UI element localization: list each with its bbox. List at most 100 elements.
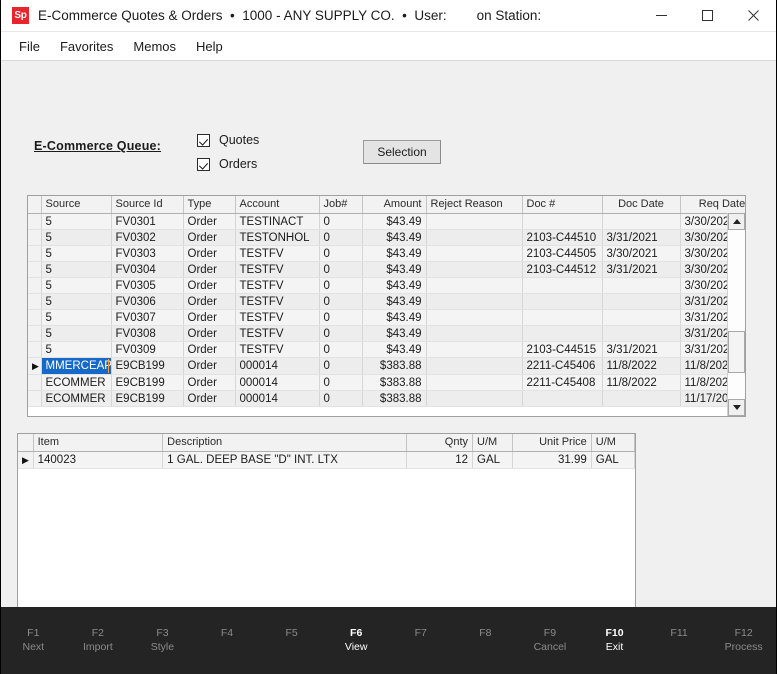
cell-reject-reason[interactable] bbox=[426, 374, 523, 391]
cell-type[interactable]: Order bbox=[183, 277, 236, 294]
cell-u-m[interactable]: GAL bbox=[472, 451, 513, 469]
cell-amount[interactable]: $43.49 bbox=[362, 325, 427, 342]
cell-reject-reason[interactable] bbox=[426, 213, 523, 230]
cell-reject-reason[interactable] bbox=[426, 341, 523, 358]
cell-amount[interactable]: $43.49 bbox=[362, 341, 427, 358]
cell-account[interactable]: 000014 bbox=[235, 374, 320, 391]
checkbox-quotes-box[interactable] bbox=[197, 133, 210, 147]
cell-type[interactable]: Order bbox=[183, 341, 236, 358]
cell-source[interactable]: 5 bbox=[41, 277, 112, 294]
cell-source-id[interactable]: E9CB199 bbox=[111, 357, 184, 375]
cell-source-id[interactable]: FV0305 bbox=[111, 277, 184, 294]
cell-source[interactable]: 5 bbox=[41, 245, 112, 262]
col-type[interactable]: Type bbox=[183, 196, 236, 214]
cell-source-id[interactable]: E9CB199 bbox=[111, 374, 184, 391]
table-row[interactable]: ECOMMER E9CB199 Order 000014 0 $383.88 2211-C4… bbox=[28, 374, 745, 391]
selection-button[interactable]: Selection bbox=[363, 140, 441, 164]
cell-doc[interactable]: 2211-C45406 bbox=[522, 357, 603, 375]
cell-doc-date[interactable] bbox=[602, 325, 681, 342]
col-doc-date[interactable]: Doc Date bbox=[602, 196, 681, 214]
cell-doc-date[interactable]: 11/8/2022 bbox=[602, 357, 681, 375]
col-source[interactable]: Source bbox=[41, 196, 112, 214]
cell-type[interactable]: Order bbox=[183, 309, 236, 326]
cell-source-id[interactable]: FV0303 bbox=[111, 245, 184, 262]
cell-qnty[interactable]: 12 bbox=[406, 451, 474, 469]
cell-doc-date[interactable] bbox=[602, 277, 681, 294]
cell-account[interactable]: TESTINACT bbox=[235, 213, 320, 230]
cell-account[interactable]: TESTFV bbox=[235, 325, 320, 342]
cell-amount[interactable]: $43.49 bbox=[362, 245, 427, 262]
row-marker[interactable] bbox=[28, 277, 42, 294]
table-row[interactable]: 5 FV0304 Order TESTFV 0 $43.49 2103-C44512 3/31… bbox=[28, 261, 745, 278]
cell-doc[interactable]: 2103-C44510 bbox=[522, 229, 603, 246]
table-row[interactable]: 5 FV0308 Order TESTFV 0 $43.49 3/31/2021 bbox=[28, 325, 745, 342]
cell-account[interactable]: 000014 bbox=[235, 390, 320, 407]
col-qnty[interactable]: Qnty bbox=[406, 434, 474, 452]
scroll-down-icon[interactable] bbox=[728, 399, 745, 416]
cell-job[interactable]: 0 bbox=[319, 245, 363, 262]
row-marker[interactable] bbox=[28, 245, 42, 262]
function-key-f9[interactable]: F9 Cancel bbox=[518, 627, 583, 653]
ecommerce-queue-grid[interactable]: Source Source Id Type Account Job# Amoun… bbox=[27, 195, 746, 417]
cell-amount[interactable]: $383.88 bbox=[362, 357, 427, 375]
cell-source-id[interactable]: E9CB199 bbox=[111, 390, 184, 407]
cell-job[interactable]: 0 bbox=[319, 293, 363, 310]
row-marker[interactable] bbox=[28, 213, 42, 230]
cell-doc-date[interactable]: 3/31/2021 bbox=[602, 341, 681, 358]
cell-type[interactable]: Order bbox=[183, 390, 236, 407]
cell-type[interactable]: Order bbox=[183, 357, 236, 375]
cell-reject-reason[interactable] bbox=[426, 245, 523, 262]
row-marker[interactable] bbox=[28, 390, 42, 407]
col-reject-reason[interactable]: Reject Reason bbox=[426, 196, 523, 214]
row-marker[interactable] bbox=[28, 341, 42, 358]
col-unit-price[interactable]: Unit Price bbox=[512, 434, 592, 452]
menu-item-favorites[interactable]: Favorites bbox=[51, 36, 122, 57]
cell-amount[interactable]: $43.49 bbox=[362, 229, 427, 246]
cell-doc[interactable] bbox=[522, 277, 603, 294]
cell-item[interactable]: 140023 bbox=[33, 451, 164, 469]
cell-type[interactable]: Order bbox=[183, 261, 236, 278]
col-description[interactable]: Description bbox=[162, 434, 408, 452]
row-marker[interactable]: ▶ bbox=[28, 357, 42, 375]
row-marker[interactable] bbox=[28, 229, 42, 246]
function-key-f7[interactable]: F7 bbox=[388, 627, 453, 653]
cell-description[interactable]: 1 GAL. DEEP BASE "D" INT. LTX bbox=[162, 451, 408, 469]
table-row[interactable]: 5 FV0307 Order TESTFV 0 $43.49 3/31/2021 bbox=[28, 309, 745, 326]
cell-job[interactable]: 0 bbox=[319, 261, 363, 278]
cell-job[interactable]: 0 bbox=[319, 229, 363, 246]
row-marker[interactable] bbox=[28, 325, 42, 342]
cell-source[interactable]: 5 bbox=[41, 229, 112, 246]
cell-doc-date[interactable]: 3/31/2021 bbox=[602, 261, 681, 278]
function-key-f4[interactable]: F4 bbox=[195, 627, 260, 653]
cell-source[interactable]: 5 bbox=[41, 341, 112, 358]
cell-amount[interactable]: $43.49 bbox=[362, 261, 427, 278]
cell-source[interactable]: 5 bbox=[41, 261, 112, 278]
cell-doc-date[interactable] bbox=[602, 390, 681, 407]
cell-account[interactable]: TESTFV bbox=[235, 309, 320, 326]
row-marker[interactable] bbox=[28, 293, 42, 310]
cell-source-id[interactable]: FV0301 bbox=[111, 213, 184, 230]
function-key-f12[interactable]: F12 Process bbox=[711, 627, 776, 653]
cell-job[interactable]: 0 bbox=[319, 341, 363, 358]
cell-source[interactable]: ECOMMER bbox=[41, 374, 112, 391]
cell-doc-date[interactable] bbox=[602, 309, 681, 326]
cell-source-id[interactable]: FV0307 bbox=[111, 309, 184, 326]
cell-job[interactable]: 0 bbox=[319, 390, 363, 407]
table-row[interactable]: 5 FV0305 Order TESTFV 0 $43.49 3/30/2021 bbox=[28, 277, 745, 294]
cell-amount[interactable]: $43.49 bbox=[362, 293, 427, 310]
cell-reject-reason[interactable] bbox=[426, 293, 523, 310]
cell-job[interactable]: 0 bbox=[319, 325, 363, 342]
maximize-icon[interactable] bbox=[684, 0, 730, 31]
cell-job[interactable]: 0 bbox=[319, 213, 363, 230]
row-marker[interactable] bbox=[28, 374, 42, 391]
cell-source-id[interactable]: FV0302 bbox=[111, 229, 184, 246]
cell-amount[interactable]: $383.88 bbox=[362, 374, 427, 391]
row-marker[interactable]: ▶ bbox=[18, 451, 34, 469]
function-key-f3[interactable]: F3 Style bbox=[130, 627, 195, 653]
menu-item-memos[interactable]: Memos bbox=[124, 36, 185, 57]
function-key-f8[interactable]: F8 bbox=[453, 627, 518, 653]
cell-reject-reason[interactable] bbox=[426, 277, 523, 294]
table-row[interactable]: ECOMMER E9CB199 Order 000014 0 $383.88 11/17/2… bbox=[28, 390, 745, 407]
cell-source-id[interactable]: FV0308 bbox=[111, 325, 184, 342]
function-key-f5[interactable]: F5 bbox=[259, 627, 324, 653]
